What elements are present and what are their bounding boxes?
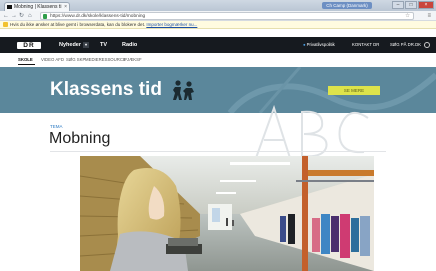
info-icon	[3, 22, 8, 27]
location-pin-icon: ●	[303, 42, 306, 47]
subnav-medieressource[interactable]: MEDIERESSOURCE	[85, 57, 126, 62]
nav-tv[interactable]: TV	[100, 37, 107, 53]
page-title: Mobning	[49, 130, 111, 147]
tab-close-icon[interactable]: ×	[64, 3, 67, 11]
nav-radio[interactable]: Radio	[122, 37, 137, 53]
tab-title: Mobning | Klassens ti	[14, 4, 62, 10]
infobar-text: Hvis du ikke ønsker at blive gemt i brow…	[10, 22, 147, 27]
reload-icon[interactable]: ↻	[19, 12, 24, 20]
chevron-down-icon[interactable]: ▾	[83, 42, 90, 48]
browser-tab[interactable]: Mobning | Klassens ti ×	[4, 2, 70, 11]
nav-nyheder-label: Nyheder	[59, 42, 82, 48]
divider	[50, 151, 386, 152]
search-icon[interactable]	[424, 42, 430, 48]
address-bar[interactable]: https://www.dr.dk/skole/klassens-tid/mob…	[40, 12, 414, 20]
search-link[interactable]: SØG PÅ DR.DK	[390, 37, 421, 53]
banner-title: Klassens tid	[50, 79, 162, 100]
privacy-link[interactable]: ●Privatlivspolitik	[303, 37, 335, 53]
minimize-button[interactable]: –	[392, 1, 404, 9]
import-bookmarks-infobar: Hvis du ikke ønsker at blive gemt i brow…	[0, 21, 436, 29]
url-text: https://www.dr.dk/skole/klassens-tid/mob…	[50, 14, 146, 19]
browser-menu-icon[interactable]: ≡	[427, 12, 431, 20]
back-icon[interactable]: ←	[3, 12, 9, 20]
close-window-button[interactable]: ×	[418, 1, 434, 9]
dr-favicon-icon	[7, 5, 12, 9]
dr-logo[interactable]: DR	[17, 42, 41, 49]
forward-icon[interactable]: →	[11, 12, 17, 20]
import-bookmarks-link[interactable]: Importer bogmærker nu...	[146, 22, 197, 27]
home-icon[interactable]: ⌂	[28, 12, 32, 20]
contact-link[interactable]: KONTAKT DR	[352, 37, 379, 53]
privacy-link-label: Privatlivspolitik	[306, 42, 335, 47]
children-logo-icon	[173, 80, 194, 100]
browser-tab-bar: Mobning | Klassens ti × Ch Camp (Danmark…	[0, 0, 436, 11]
subnav-sog[interactable]: SØG SKP	[66, 57, 85, 62]
nav-nyheder[interactable]: Nyheder ▾	[59, 37, 90, 53]
lock-icon	[43, 14, 47, 19]
subnav-video[interactable]: VIDEO AFD	[41, 57, 64, 62]
window-user-badge[interactable]: Ch Camp (Danmark)	[322, 2, 372, 9]
maximize-button[interactable]: □	[405, 1, 417, 9]
bookmark-star-icon[interactable]: ☆	[405, 13, 410, 20]
hero-photo	[80, 156, 374, 271]
active-tab-indicator	[18, 64, 35, 65]
browser-toolbar: ← → ↻ ⌂ https://www.dr.dk/skole/klassens…	[0, 11, 436, 21]
subnav-skole[interactable]: SKOLE	[18, 57, 33, 62]
subnav-paekse[interactable]: PJÆKSF	[124, 57, 142, 62]
